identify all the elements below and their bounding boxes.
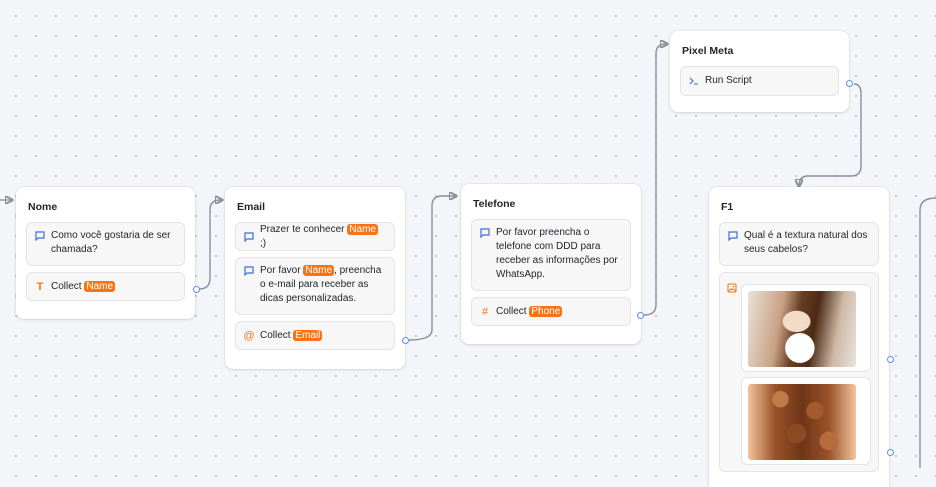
collect-text-block[interactable]: T Collect Name (26, 272, 185, 301)
edge-offscreen-right (919, 197, 936, 468)
collect-email-block[interactable]: @ Collect Email (235, 321, 395, 350)
text-bubble-block[interactable]: Como você gostaria de ser chamada? (26, 222, 185, 266)
node-email[interactable]: Email Prazer te conhecer Name ;) Por fav… (225, 187, 405, 369)
image-choice-icon (727, 281, 737, 295)
output-handle[interactable] (402, 337, 409, 344)
output-handle[interactable] (846, 80, 853, 87)
run-script-block[interactable]: Run Script (680, 66, 839, 96)
output-handle[interactable] (193, 286, 200, 293)
variable-tag: Email (293, 329, 323, 341)
hash-icon: # (481, 305, 489, 318)
node-nome[interactable]: Nome Como você gostaria de ser chamada? … (16, 187, 195, 319)
variable-tag: Phone (529, 305, 563, 317)
edge-nome-email (198, 200, 222, 290)
text-bubble-block[interactable]: Por favor Name, preencha o e-mail para r… (235, 257, 395, 315)
collect-label: Collect (496, 305, 527, 317)
node-title: Nome (28, 201, 58, 213)
message-icon (35, 229, 45, 243)
block-text: Por favor (260, 265, 301, 276)
node-title: Telefone (473, 198, 516, 210)
node-pixel-meta[interactable]: Pixel Meta Run Script (670, 31, 849, 112)
at-sign-icon: @ (243, 329, 255, 342)
text-bubble-block[interactable]: Prazer te conhecer Name ;) (235, 222, 395, 251)
node-title: Pixel Meta (682, 45, 734, 57)
block-text: Qual é a textura natural dos seus cabelo… (744, 230, 868, 255)
block-text: ;) (260, 237, 267, 249)
variable-tag: Name (84, 280, 116, 292)
output-handle[interactable] (887, 449, 894, 456)
straight-hair-image (748, 291, 856, 367)
block-text: Run Script (705, 75, 752, 86)
node-telefone[interactable]: Telefone Por favor preencha o telefone c… (461, 184, 641, 344)
message-icon (244, 264, 254, 278)
variable-tag: Name (347, 223, 378, 235)
message-icon (728, 229, 738, 243)
block-text: Por favor preencha o telefone com DDD pa… (496, 227, 618, 280)
text-bubble-block[interactable]: Por favor preencha o telefone com DDD pa… (471, 219, 631, 291)
text-bubble-block[interactable]: Qual é a textura natural dos seus cabelo… (719, 222, 879, 266)
node-title: F1 (721, 201, 734, 213)
edge-email-telefone (408, 196, 456, 341)
picture-choice-block[interactable] (719, 272, 879, 472)
node-title: Email (237, 201, 266, 213)
collect-phone-block[interactable]: # Collect Phone (471, 297, 631, 326)
terminal-icon (689, 74, 699, 88)
block-text: Prazer te conhecer (260, 223, 345, 235)
block-text: Como você gostaria de ser chamada? (51, 230, 171, 255)
output-handle[interactable] (637, 312, 644, 319)
edge-telefone-pixel (643, 44, 667, 316)
message-icon (244, 230, 254, 244)
node-f1[interactable]: F1 Qual é a textura natural dos seus cab… (709, 187, 889, 487)
picture-choice-item[interactable] (741, 284, 871, 372)
picture-choice-item[interactable] (741, 377, 871, 465)
variable-tag: Name (303, 265, 335, 276)
text-input-icon: T (36, 280, 44, 293)
collect-label: Collect (51, 280, 82, 292)
curly-hair-image (748, 384, 856, 460)
collect-label: Collect (260, 329, 291, 341)
message-icon (480, 226, 490, 240)
output-handle[interactable] (887, 356, 894, 363)
